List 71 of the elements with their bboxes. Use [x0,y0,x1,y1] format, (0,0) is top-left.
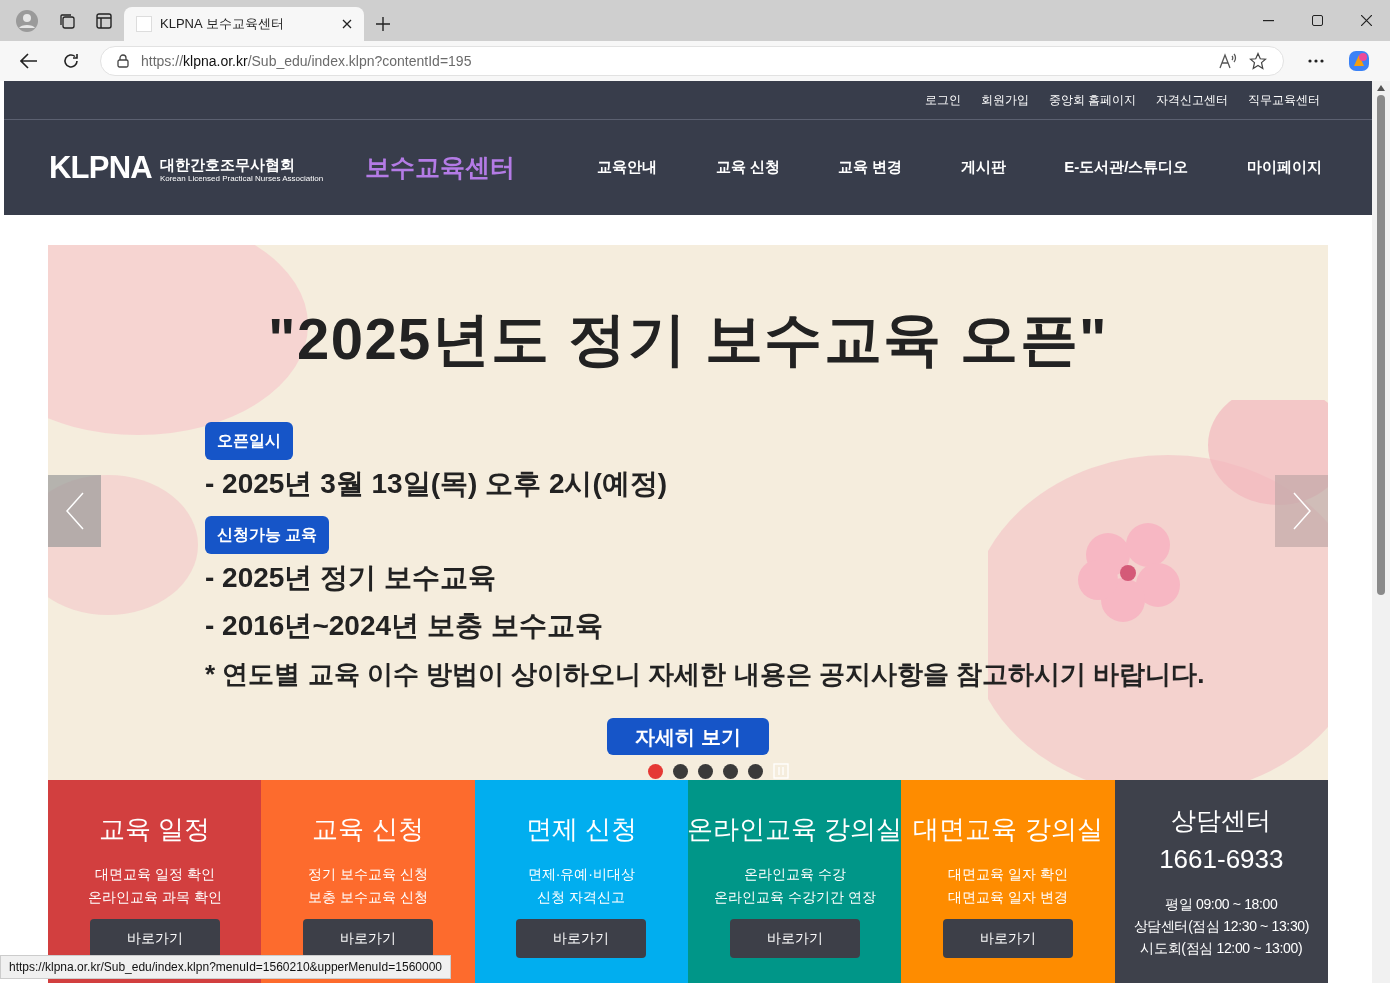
details-button[interactable]: 자세히 보기 [607,718,769,755]
lock-icon [117,54,129,68]
info-badge: 신청가능 교육 [205,516,330,554]
back-icon[interactable] [20,53,38,69]
banner-text: - 2025년 정기 보수교육 [205,561,497,595]
scrollbar[interactable] [1372,81,1390,983]
refresh-icon[interactable] [62,52,80,70]
card-text: 대면교육 일자 변경 [948,888,1068,907]
card-text: 온라인교육 수강기간 연장 [713,888,876,907]
card-text: 신청 자격신고 [537,888,626,907]
chevron-right-icon [1291,491,1312,531]
consult-hours: 평일 09:00 ~ 18:00 [1165,894,1278,914]
go-button[interactable]: 바로가기 [89,919,220,958]
card-title: 대면교육 강의실 [913,813,1103,846]
card-text: 면제·유예·비대상 [527,865,635,884]
nav-link[interactable]: 교육 신청 [715,156,780,179]
go-button[interactable]: 바로가기 [516,919,647,958]
nav-link[interactable]: 교육 변경 [838,156,903,179]
workspaces-icon[interactable] [58,11,76,30]
banner-text: - 2025년 3월 13일(목) 오후 2시(예정) [205,467,669,501]
top-link[interactable]: 로그인 [924,91,961,109]
favicon-icon [136,16,152,32]
copilot-icon[interactable] [1348,50,1370,72]
card-title: 면제 신청 [525,813,637,846]
nav-link[interactable]: E-도서관/스튜디오 [1064,156,1189,179]
nav-link[interactable]: 마이페이지 [1246,156,1322,179]
top-link[interactable]: 회원가입 [980,91,1029,109]
nav-link[interactable]: 게시판 [960,156,1006,179]
top-link[interactable]: 중앙회 홈페이지 [1048,91,1136,109]
card-text: 정기 보수교육 신청 [308,865,428,884]
close-window-icon[interactable] [1361,15,1372,26]
address-bar[interactable]: https://klpna.or.kr/Sub_edu/index.klpn?contentId=195 [100,46,1284,76]
card-text: 대면교육 일자 확인 [948,865,1068,884]
consult-hours: 상담센터(점심 12:30 ~ 13:30) [1133,916,1310,936]
go-button[interactable]: 바로가기 [303,919,433,958]
top-link[interactable]: 자격신고센터 [1156,91,1228,109]
new-tab-icon[interactable] [376,17,390,31]
card-title: 교육 일정 [99,813,211,846]
tab-title: KLPNA 보수교육센터 [160,15,285,34]
card-text: 온라인교육 수강 [743,865,846,884]
card-title: 온라인교육 강의실 [687,813,903,846]
browser-tab[interactable]: KLPNA 보수교육센터 [124,7,364,41]
more-icon[interactable] [1308,59,1324,63]
status-url: https://klpna.or.kr/Sub_edu/index.klpn?menuId=1560210&upperMenuId=1560000 [0,955,451,979]
card-text: 대면교육 일정 확인 [94,865,215,884]
top-link[interactable]: 직무교육센터 [1248,91,1320,109]
go-button[interactable]: 바로가기 [729,919,860,958]
consult-title: 상담센터 [1171,805,1272,836]
card-text: 보충 보수교육 신청 [308,888,428,907]
consult-hours: 시도회(점심 12:00 ~ 13:00) [1140,938,1303,958]
go-button[interactable]: 바로가기 [943,919,1073,958]
close-tab-icon[interactable] [342,19,352,29]
url-text: https://klpna.or.kr/Sub_edu/index.klpn?contentId=195 [141,51,473,71]
consult-phone: 1661-6933 [1159,842,1284,876]
site-title[interactable]: 보수교육센터 [365,148,516,187]
minimize-icon[interactable] [1263,19,1274,22]
banner-text: - 2016년~2024년 보충 보수교육 [205,609,604,643]
info-badge: 오픈일시 [205,422,293,460]
card-title: 교육 신청 [312,813,424,846]
klpna-logo[interactable]: KLPNA 대한간호조무사협회 Korean Licensed Practical Nurses Association [49,147,324,188]
banner-title: "2025년도 정기 보수교육 오픈" [268,305,1108,373]
nav-link[interactable]: 교육안내 [597,156,658,179]
chevron-left-icon [64,491,85,531]
star-icon[interactable] [1249,52,1267,70]
scrollbar-thumb[interactable] [1377,95,1385,595]
read-aloud-icon[interactable] [1219,53,1237,69]
maximize-icon[interactable] [1312,15,1323,26]
banner-note: * 연도별 교육 이수 방법이 상이하오니 자세한 내용은 공지사항을 참고하시기 바랍니다. [205,658,1205,691]
scroll-up-icon[interactable] [1377,85,1385,91]
card-text: 온라인교육 과목 확인 [87,888,222,907]
tab-actions-icon[interactable] [96,12,112,29]
